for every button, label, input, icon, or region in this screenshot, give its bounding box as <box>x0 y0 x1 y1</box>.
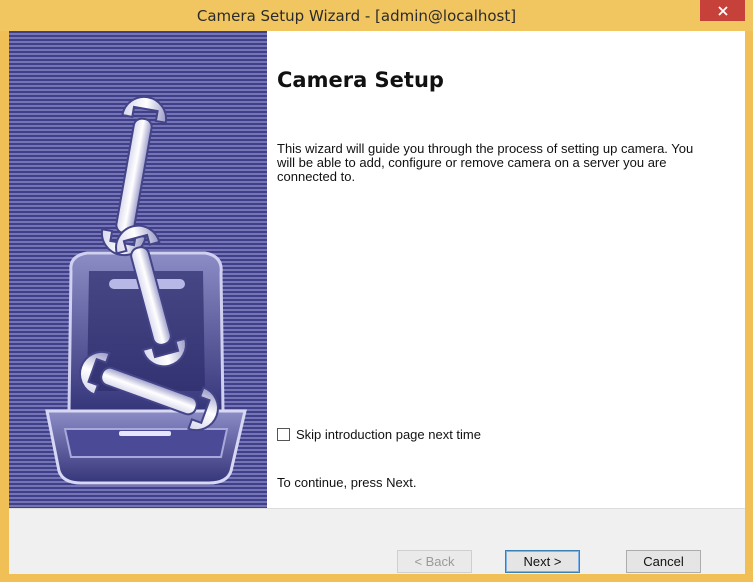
page-title: Camera Setup <box>277 68 444 92</box>
skip-intro-checkbox[interactable] <box>277 427 290 441</box>
wizard-client-area: Camera Setup This wizard will guide you … <box>9 31 745 574</box>
wizard-side-panel <box>9 31 267 508</box>
toolbox-illustration <box>45 95 247 485</box>
button-bar: < Back Next > Cancel <box>9 508 745 574</box>
skip-intro-option[interactable]: Skip introduction page next time <box>277 426 481 442</box>
close-button[interactable] <box>700 0 745 21</box>
close-icon <box>717 5 728 16</box>
intro-text: This wizard will guide you through the p… <box>277 141 694 184</box>
wizard-window: Camera Setup Wizard - [admin@localhost] <box>0 0 753 582</box>
back-button[interactable]: < Back <box>397 550 472 573</box>
wizard-content: Camera Setup This wizard will guide you … <box>267 31 745 508</box>
cancel-button[interactable]: Cancel <box>626 550 701 573</box>
continue-hint: To continue, press Next. <box>277 475 417 490</box>
next-button[interactable]: Next > <box>505 550 580 573</box>
skip-intro-label[interactable]: Skip introduction page next time <box>296 427 481 442</box>
window-title: Camera Setup Wizard - [admin@localhost] <box>196 7 517 25</box>
title-bar[interactable]: Camera Setup Wizard - [admin@localhost] <box>0 0 753 31</box>
